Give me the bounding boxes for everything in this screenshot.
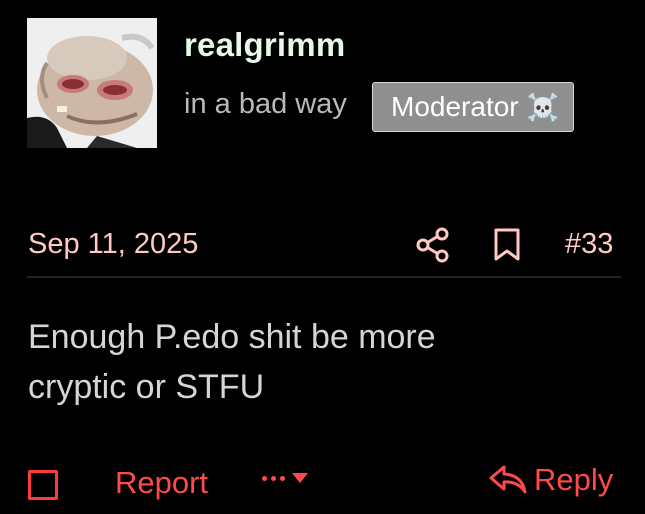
username[interactable]: realgrimm — [184, 26, 345, 64]
report-button[interactable]: Report — [115, 465, 208, 501]
badge-label: Moderator — [391, 91, 519, 122]
share-icon[interactable] — [414, 226, 452, 264]
ellipsis-icon — [262, 475, 285, 481]
skull-icon: ☠️ — [526, 92, 559, 122]
reply-button[interactable]: Reply — [488, 462, 613, 498]
post-date[interactable]: Sep 11, 2025 — [28, 228, 198, 261]
post-body-line: Enough P.edo shit be more — [28, 318, 436, 356]
select-checkbox[interactable] — [28, 470, 58, 500]
more-options-button[interactable] — [262, 472, 309, 484]
post-body-line: cryptic or STFU — [28, 368, 265, 406]
chevron-down-icon — [292, 473, 308, 483]
divider — [27, 276, 621, 278]
post-body: Enough P.edo shit be more cryptic or STF… — [28, 312, 618, 412]
reply-label: Reply — [534, 462, 614, 497]
moderator-badge: Moderator ☠️ — [372, 82, 574, 132]
user-title: in a bad way — [184, 88, 347, 120]
puppet-face-avatar-icon — [27, 18, 157, 148]
post-number-link[interactable]: #33 — [565, 228, 613, 261]
reply-arrow-icon — [489, 465, 527, 494]
avatar[interactable] — [27, 18, 157, 148]
bookmark-icon[interactable] — [492, 228, 522, 262]
